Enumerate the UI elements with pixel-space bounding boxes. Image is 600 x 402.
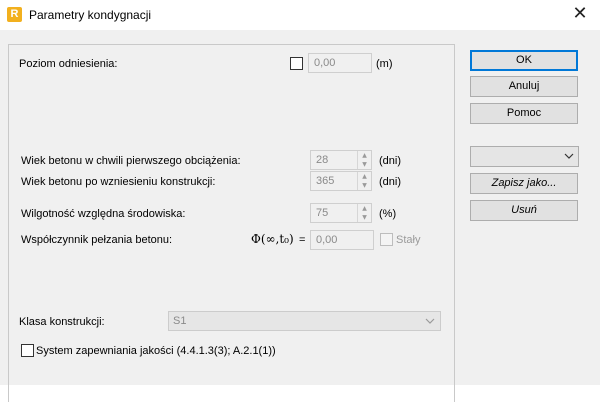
reference-level-input[interactable]: 0,00 [308,53,372,73]
spinner-arrows[interactable]: ▲ ▼ [357,172,371,190]
creep-constant-checkbox[interactable] [380,233,393,246]
reference-level-unit: (m) [376,58,393,70]
app-icon: R [7,7,22,22]
construction-age-label: Wiek betonu po wzniesieniu konstrukcji: [21,176,216,188]
close-icon[interactable]: ✕ [568,2,592,26]
ok-button[interactable]: OK [470,50,578,71]
creep-label: Współczynnik pełzania betonu: [21,234,173,246]
structure-class-value: S1 [173,315,187,327]
first-load-age-spinner[interactable]: 28 ▲ ▼ [310,150,372,170]
spin-down-icon[interactable]: ▼ [358,160,371,169]
construction-age-unit: (dni) [379,176,402,188]
reference-level-label: Poziom odniesienia: [19,58,118,70]
creep-equals: = [299,234,306,246]
dialog-body: Poziom odniesienia: 0,00 (m) Wiek betonu… [0,30,600,402]
cancel-button[interactable]: Anuluj [470,76,578,97]
help-button[interactable]: Pomoc [470,103,578,124]
construction-age-spinner[interactable]: 365 ▲ ▼ [310,171,372,191]
delete-button[interactable]: Usuń [470,200,578,221]
spin-down-icon[interactable]: ▼ [358,181,371,190]
spin-up-icon[interactable]: ▲ [358,172,371,181]
save-as-button[interactable]: Zapisz jako... [470,173,578,194]
spin-up-icon[interactable]: ▲ [358,151,371,160]
structure-class-combo[interactable]: S1 [168,311,441,331]
quality-system-label: System zapewniania jakości (4.4.1.3(3); … [36,345,276,357]
first-load-age-unit: (dni) [379,155,402,167]
humidity-unit: (%) [379,208,397,220]
chevron-down-icon [425,318,435,324]
first-load-age-value: 28 [316,154,329,166]
spin-down-icon[interactable]: ▼ [358,213,371,222]
chevron-down-icon [564,153,574,159]
humidity-value: 75 [316,207,329,219]
humidity-label: Wilgotność względna środowiska: [21,208,186,220]
creep-constant-label: Stały [396,234,421,246]
window-title: Parametry kondygnacji [29,8,152,22]
preset-combo[interactable] [470,146,579,167]
spin-up-icon[interactable]: ▲ [358,204,371,213]
construction-age-value: 365 [316,175,335,187]
first-load-age-label: Wiek betonu w chwili pierwszego obciążen… [21,155,241,167]
spinner-arrows[interactable]: ▲ ▼ [357,204,371,222]
title-bar: R Parametry kondygnacji ✕ [0,0,600,30]
creep-input[interactable]: 0,00 [310,230,374,250]
spinner-arrows[interactable]: ▲ ▼ [357,151,371,169]
quality-system-checkbox[interactable] [21,344,34,357]
structure-class-label: Klasa konstrukcji: [19,316,105,328]
creep-symbol: Φ(∞,t₀) [251,232,294,246]
humidity-spinner[interactable]: 75 ▲ ▼ [310,203,372,223]
reference-level-checkbox[interactable] [290,57,303,70]
